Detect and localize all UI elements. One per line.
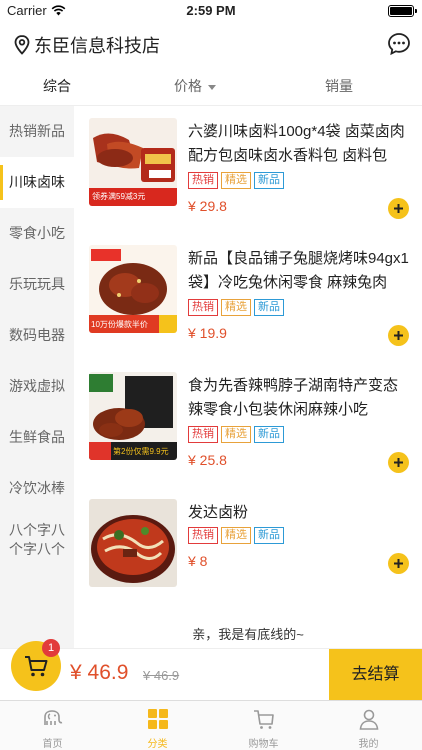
tab-home[interactable]: 首页	[0, 707, 105, 750]
battery-icon	[388, 5, 417, 17]
add-to-cart-button[interactable]	[388, 325, 409, 346]
category-label: 热销新品	[9, 123, 65, 139]
sort-tab-sales[interactable]: 销量	[290, 66, 388, 106]
product-tags: 热销 精选 新品	[188, 426, 284, 443]
plus-icon	[394, 559, 403, 568]
elephant-home-icon	[43, 710, 62, 725]
tag-hot: 热销	[188, 172, 218, 189]
category-label: 八个字八个字八个	[9, 521, 65, 557]
category-label: 冷饮冰棒	[9, 480, 65, 496]
cart-count-badge: 1	[42, 639, 60, 657]
end-of-list-note: 亲，我是有底线的~	[192, 627, 304, 642]
sort-tab-price[interactable]: 价格	[140, 66, 250, 106]
category-item-fresh[interactable]: 生鲜食品	[0, 412, 74, 463]
product-tags: 热销 精选 新品	[188, 299, 284, 316]
category-item-sichuan-braised[interactable]: 川味卤味	[0, 157, 74, 208]
sort-bar: 综合 价格 销量	[0, 66, 422, 106]
tag-hot: 热销	[188, 299, 218, 316]
product-list: 领券满59减3元 六婆川味卤料100g*4袋 卤菜卤肉配方包卤味卤水香料包 卤料…	[74, 106, 422, 648]
product-price: ¥ 8	[188, 553, 208, 569]
tab-label: 分类	[147, 739, 168, 750]
tab-label: 我的	[358, 739, 379, 750]
user-icon	[359, 709, 378, 730]
category-label: 数码电器	[9, 327, 65, 343]
sort-tab-label: 综合	[43, 78, 71, 94]
category-label: 乐玩玩具	[9, 276, 65, 292]
caret-down-icon	[208, 84, 216, 90]
sort-tab-label: 销量	[325, 78, 353, 94]
add-to-cart-button[interactable]	[388, 553, 409, 574]
product-card[interactable]: 领券满59减3元 六婆川味卤料100g*4袋 卤菜卤肉配方包卤味卤水香料包 卤料…	[74, 116, 422, 226]
product-name: 六婆川味卤料100g*4袋 卤菜卤肉配方包卤味卤水香料包 卤料包	[188, 123, 405, 164]
category-item-toys[interactable]: 乐玩玩具	[0, 259, 74, 310]
product-image	[89, 499, 177, 587]
category-label: 生鲜食品	[9, 429, 65, 445]
total-price: ¥ 46.9	[70, 661, 129, 684]
product-tags: 热销 精选 新品	[188, 172, 284, 189]
category-item-electronics[interactable]: 数码电器	[0, 310, 74, 361]
plus-icon	[394, 458, 403, 467]
location-pin-icon	[14, 35, 30, 55]
product-tags: 热销 精选 新品	[188, 527, 284, 544]
product-image: 10万份爆款半价	[89, 245, 177, 333]
tag-hot: 热销	[188, 426, 218, 443]
product-price: ¥ 29.8	[188, 198, 227, 214]
cart-icon	[253, 710, 274, 729]
header: 东臣信息科技店	[0, 22, 422, 66]
tab-cart[interactable]: 购物车	[211, 707, 316, 750]
tag-select: 精选	[221, 172, 251, 189]
add-to-cart-button[interactable]	[388, 198, 409, 219]
category-item-long[interactable]: 八个字八个字八个	[0, 514, 74, 565]
product-image-caption: 10万份爆款半价	[91, 320, 148, 329]
tab-category[interactable]: 分类	[105, 707, 210, 750]
store-location[interactable]: 东臣信息科技店	[14, 32, 160, 58]
category-label: 游戏虚拟	[9, 378, 65, 394]
product-name: 新品【良品铺子兔腿烧烤味94gx1袋】冷吃兔休闲零食 麻辣兔肉	[188, 250, 409, 291]
tag-hot: 热销	[188, 527, 218, 544]
status-time: 2:59 PM	[186, 3, 236, 18]
product-price: ¥ 25.8	[188, 452, 227, 468]
store-name: 东臣信息科技店	[34, 36, 160, 56]
product-card[interactable]: 发达卤粉 热销 精选 新品 ¥ 8	[74, 497, 422, 607]
product-image: 第2份仅需9.9元	[89, 372, 177, 460]
tag-new: 新品	[254, 172, 284, 189]
product-card[interactable]: 10万份爆款半价 新品【良品铺子兔腿烧烤味94gx1袋】冷吃兔休闲零食 麻辣兔肉…	[74, 243, 422, 353]
status-bar: Carrier 2:59 PM	[0, 0, 422, 22]
product-image-caption: 第2份仅需9.9元	[113, 447, 169, 456]
checkout-bar: 1 ¥ 46.9 ¥ 46.9 去结算	[0, 639, 422, 701]
category-item-games[interactable]: 游戏虚拟	[0, 361, 74, 412]
tag-select: 精选	[221, 527, 251, 544]
tab-label: 购物车	[248, 739, 279, 750]
tag-new: 新品	[254, 527, 284, 544]
tag-select: 精选	[221, 426, 251, 443]
checkout-button[interactable]: 去结算	[329, 649, 422, 701]
cart-icon	[25, 656, 48, 677]
category-item-snacks[interactable]: 零食小吃	[0, 208, 74, 259]
product-image-caption: 领券满59减3元	[92, 192, 146, 201]
category-item-cold-drinks[interactable]: 冷饮冰棒	[0, 463, 74, 514]
sort-tab-default[interactable]: 综合	[0, 66, 114, 106]
sort-tab-label: 价格	[174, 78, 202, 94]
product-price: ¥ 19.9	[188, 325, 227, 341]
tag-select: 精选	[221, 299, 251, 316]
category-label: 川味卤味	[9, 174, 65, 190]
message-icon[interactable]	[386, 31, 412, 57]
tag-new: 新品	[254, 299, 284, 316]
plus-icon	[394, 204, 403, 213]
product-image: 领券满59减3元	[89, 118, 177, 206]
category-sidebar: 热销新品 川味卤味 零食小吃 乐玩玩具 数码电器 游戏虚拟 生鲜食品 冷饮冰棒 …	[0, 106, 74, 648]
product-name: 食为先香辣鸭脖子湖南特产变态辣零食小包装休闲麻辣小吃	[188, 377, 399, 418]
tag-new: 新品	[254, 426, 284, 443]
original-price: ¥ 46.9	[143, 668, 180, 683]
product-card[interactable]: 第2份仅需9.9元 食为先香辣鸭脖子湖南特产变态辣零食小包装休闲麻辣小吃 热销 …	[74, 370, 422, 480]
tab-profile[interactable]: 我的	[316, 707, 421, 750]
tab-bar: 首页 分类 购物车 我的	[0, 700, 422, 750]
grid-category-icon	[147, 709, 168, 729]
category-label: 零食小吃	[9, 225, 65, 241]
tab-label: 首页	[42, 739, 63, 750]
category-item-hot-new[interactable]: 热销新品	[0, 106, 74, 157]
plus-icon	[394, 331, 403, 340]
add-to-cart-button[interactable]	[388, 452, 409, 473]
